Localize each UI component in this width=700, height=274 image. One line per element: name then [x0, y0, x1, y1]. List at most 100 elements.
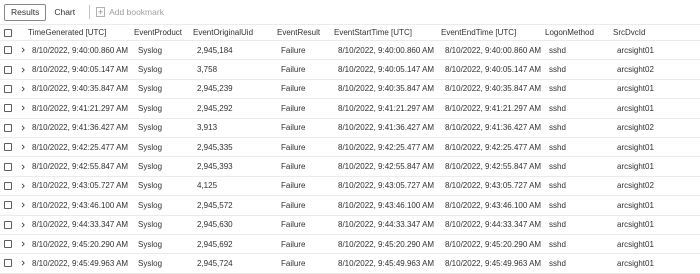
- cell-eventstarttime: 8/10/2022, 9:45:20.290 AM: [338, 239, 435, 249]
- table-row[interactable]: 8/10/2022, 9:43:46.100 AM Syslog 2,945,572…: [0, 196, 700, 216]
- cell-srcdvcid: arcsight01: [617, 258, 654, 268]
- table-row[interactable]: 8/10/2022, 9:40:00.860 AM Syslog 2,945,184…: [0, 41, 700, 61]
- row-checkbox[interactable]: [4, 162, 12, 171]
- row-expand-button[interactable]: [14, 183, 32, 189]
- row-expand-button[interactable]: [14, 67, 32, 73]
- cell-eventresult: Failure: [281, 181, 306, 191]
- cell-timegenerated: 8/10/2022, 9:40:35.847 AM: [32, 84, 129, 94]
- table-row[interactable]: 8/10/2022, 9:43:05.727 AM Syslog 4,125 Fail…: [0, 177, 700, 197]
- row-expand-button[interactable]: [14, 222, 32, 228]
- row-select-cell: [0, 240, 14, 249]
- row-checkbox[interactable]: [4, 259, 12, 268]
- row-expand-button[interactable]: [14, 241, 32, 247]
- row-checkbox[interactable]: [4, 181, 12, 190]
- cell-srcdvcid: arcsight01: [617, 200, 654, 210]
- row-expand-button[interactable]: [14, 105, 32, 111]
- cell-eventoriginaluid: 3,913: [197, 123, 218, 133]
- cell-srcdvcid: arcsight01: [617, 103, 654, 113]
- cell-timegenerated: 8/10/2022, 9:42:25.477 AM: [32, 142, 129, 152]
- cell-timegenerated: 8/10/2022, 9:40:05.147 AM: [32, 65, 129, 75]
- table-row[interactable]: 8/10/2022, 9:40:05.147 AM Syslog 3,758 Fail…: [0, 60, 700, 80]
- add-bookmark-button[interactable]: Add bookmark: [96, 7, 164, 17]
- cell-eventendtime: 8/10/2022, 9:42:25.477 AM: [445, 142, 542, 152]
- row-expand-button[interactable]: [14, 260, 32, 266]
- row-checkbox[interactable]: [4, 104, 12, 113]
- chevron-right-icon: [21, 47, 25, 53]
- row-checkbox[interactable]: [4, 220, 12, 229]
- cell-eventproduct: Syslog: [138, 162, 163, 172]
- row-checkbox[interactable]: [4, 201, 12, 210]
- cell-eventresult: Failure: [281, 103, 306, 113]
- table-row[interactable]: 8/10/2022, 9:45:49.963 AM Syslog 2,945,724…: [0, 254, 700, 274]
- row-expand-button[interactable]: [14, 144, 32, 150]
- row-select-cell: [0, 201, 14, 210]
- row-checkbox[interactable]: [4, 123, 12, 132]
- chevron-right-icon: [21, 222, 25, 228]
- cell-eventendtime: 8/10/2022, 9:44:33.347 AM: [445, 220, 542, 230]
- column-header-logonmethod[interactable]: LogonMethod: [545, 28, 613, 37]
- row-checkbox[interactable]: [4, 240, 12, 249]
- column-header-eventresult[interactable]: EventResult: [277, 28, 334, 37]
- cell-logonmethod: sshd: [549, 103, 566, 113]
- cell-eventresult: Failure: [281, 239, 306, 249]
- cell-eventstarttime: 8/10/2022, 9:40:35.847 AM: [338, 84, 435, 94]
- column-header-srcdvcid[interactable]: SrcDvcId: [613, 28, 673, 37]
- cell-eventendtime: 8/10/2022, 9:40:00.860 AM: [445, 45, 542, 55]
- row-expand-button[interactable]: [14, 164, 32, 170]
- tab-results[interactable]: Results: [4, 3, 47, 21]
- column-header-eventoriginaluid[interactable]: EventOriginalUid: [193, 28, 277, 37]
- row-select-cell: [0, 84, 14, 93]
- column-header-timegenerated[interactable]: TimeGenerated [UTC]: [28, 28, 134, 37]
- row-checkbox[interactable]: [4, 84, 12, 93]
- select-all-checkbox[interactable]: [4, 28, 12, 37]
- row-checkbox[interactable]: [4, 46, 12, 55]
- row-expand-button[interactable]: [14, 202, 32, 208]
- column-header-eventstarttime[interactable]: EventStartTime [UTC]: [334, 28, 441, 37]
- row-expand-button[interactable]: [14, 47, 32, 53]
- toolbar-divider: [89, 5, 91, 19]
- cell-eventresult: Failure: [281, 200, 306, 210]
- cell-eventoriginaluid: 4,125: [197, 181, 218, 191]
- cell-eventendtime: 8/10/2022, 9:40:35.847 AM: [445, 84, 542, 94]
- cell-eventoriginaluid: 2,945,393: [197, 162, 233, 172]
- row-expand-button[interactable]: [14, 125, 32, 131]
- cell-logonmethod: sshd: [549, 162, 566, 172]
- cell-srcdvcid: arcsight02: [617, 65, 654, 75]
- row-select-cell: [0, 220, 14, 229]
- chevron-right-icon: [21, 67, 25, 73]
- results-toolbar: Results Chart Add bookmark: [0, 0, 700, 24]
- chevron-right-icon: [21, 202, 25, 208]
- chevron-right-icon: [21, 261, 25, 266]
- cell-logonmethod: sshd: [549, 45, 566, 55]
- tab-chart[interactable]: Chart: [48, 4, 81, 21]
- row-checkbox[interactable]: [4, 65, 12, 74]
- cell-logonmethod: sshd: [549, 181, 566, 191]
- cell-eventproduct: Syslog: [138, 239, 163, 249]
- row-expand-button[interactable]: [14, 86, 32, 92]
- cell-eventresult: Failure: [281, 142, 306, 152]
- row-checkbox[interactable]: [4, 143, 12, 152]
- cell-logonmethod: sshd: [549, 220, 566, 230]
- grid-body: 8/10/2022, 9:40:00.860 AM Syslog 2,945,184…: [0, 41, 700, 274]
- table-row[interactable]: 8/10/2022, 9:41:36.427 AM Syslog 3,913 Fail…: [0, 119, 700, 138]
- table-row[interactable]: 8/10/2022, 9:41:21.297 AM Syslog 2,945,292…: [0, 99, 700, 119]
- row-select-cell: [0, 46, 14, 55]
- cell-timegenerated: 8/10/2022, 9:45:49.963 AM: [32, 258, 129, 268]
- grid-header-row: TimeGenerated [UTC] EventProduct EventOr…: [0, 24, 700, 41]
- cell-eventoriginaluid: 2,945,630: [197, 220, 233, 230]
- table-row[interactable]: 8/10/2022, 9:42:55.847 AM Syslog 2,945,393…: [0, 157, 700, 177]
- cell-eventproduct: Syslog: [138, 200, 163, 210]
- cell-eventstarttime: 8/10/2022, 9:44:33.347 AM: [338, 220, 435, 230]
- table-row[interactable]: 8/10/2022, 9:42:25.477 AM Syslog 2,945,335…: [0, 138, 700, 158]
- cell-eventendtime: 8/10/2022, 9:40:05.147 AM: [445, 65, 542, 75]
- column-header-eventproduct[interactable]: EventProduct: [134, 28, 193, 37]
- column-header-eventendtime[interactable]: EventEndTime [UTC]: [441, 28, 545, 37]
- chevron-right-icon: [21, 183, 25, 189]
- cell-srcdvcid: arcsight01: [617, 239, 654, 249]
- table-row[interactable]: 8/10/2022, 9:44:33.347 AM Syslog 2,945,630…: [0, 216, 700, 235]
- table-row[interactable]: 8/10/2022, 9:45:20.290 AM Syslog 2,945,692…: [0, 235, 700, 255]
- chevron-right-icon: [21, 86, 25, 92]
- table-row[interactable]: 8/10/2022, 9:40:35.847 AM Syslog 2,945,239…: [0, 80, 700, 100]
- cell-timegenerated: 8/10/2022, 9:40:00.860 AM: [32, 45, 129, 55]
- cell-logonmethod: sshd: [549, 258, 566, 268]
